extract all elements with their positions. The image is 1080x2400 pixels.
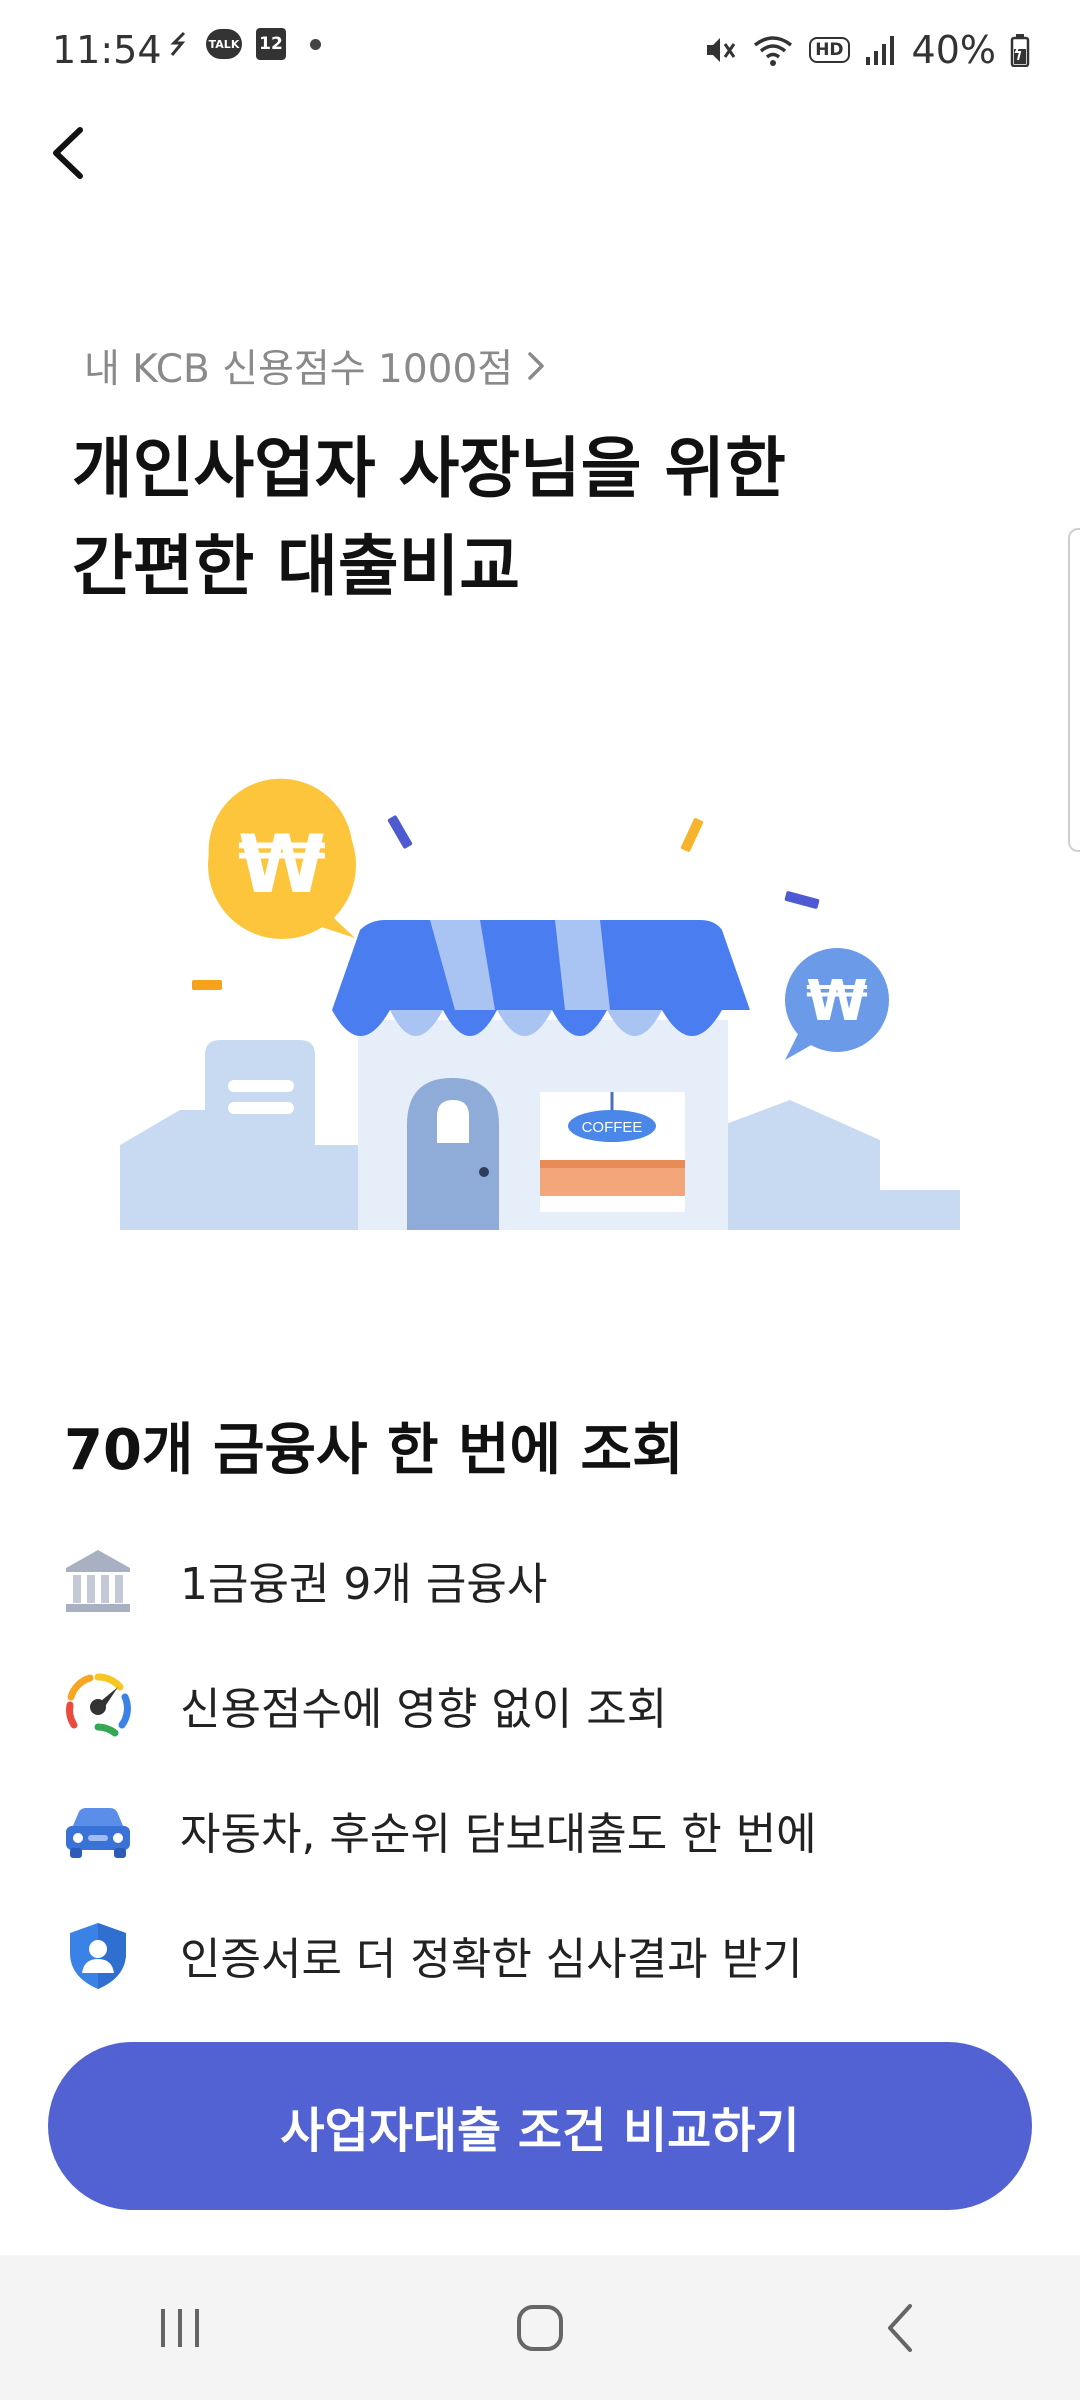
speedometer-icon [60, 1667, 136, 1743]
chevron-right-icon [528, 352, 544, 380]
store-illustration: COFFEE ₩ ₩ [120, 778, 960, 1230]
hd-badge: HD [809, 37, 850, 63]
nav-back-button[interactable] [840, 2278, 960, 2378]
currency-symbol-large: ₩ [238, 818, 326, 911]
scroll-indicator [1068, 528, 1080, 852]
recent-apps-button[interactable] [120, 2278, 240, 2378]
calendar-icon: 12 [256, 28, 286, 60]
feature-label: 신용점수에 영향 없이 조회 [180, 1684, 668, 1735]
credit-score-link[interactable]: 내 KCB 신용점수 1000점 [84, 338, 549, 394]
more-notifications-dot [310, 38, 321, 50]
car-icon [60, 1792, 136, 1868]
back-button[interactable] [40, 118, 100, 188]
recent-apps-icon [161, 2308, 199, 2347]
title-line-1: 개인사업자 사장님을 위한 [72, 430, 786, 507]
back-icon [888, 2303, 912, 2352]
currency-symbol-small: ₩ [806, 969, 868, 1034]
kakaotalk-icon: TALK [206, 29, 242, 59]
notification-icons: TALK 12 [166, 28, 321, 60]
credit-score-text: 내 KCB 신용점수 1000점 [84, 347, 514, 392]
coffee-sign-text: COFFEE [582, 1119, 643, 1136]
feature-label: 인증서로 더 정확한 심사결과 받기 [180, 1934, 803, 1985]
sync-icon [170, 31, 186, 56]
feature-list: 1금융권 9개 금융사 신용점수에 영향 없이 조회 자동차, 후순위 담보대출… [60, 1540, 1020, 2040]
feature-label: 자동차, 후순위 담보대출도 한 번에 [180, 1809, 817, 1860]
kakaotalk-label: TALK [208, 37, 240, 51]
compare-loans-button[interactable]: 사업자대출 조건 비교하기 [48, 2042, 1032, 2210]
mute-icon [707, 38, 736, 62]
home-button[interactable] [480, 2278, 600, 2378]
page-title: 개인사업자 사장님을 위한 간편한 대출비교 [72, 420, 786, 616]
bank-icon [60, 1542, 136, 1618]
shield-user-icon [60, 1917, 136, 1993]
system-nav-bar [0, 2255, 1080, 2400]
feature-label: 1금융권 9개 금융사 [180, 1559, 548, 1610]
chevron-left-icon [53, 127, 83, 179]
calendar-day: 12 [259, 34, 283, 54]
title-line-2: 간편한 대출비교 [72, 528, 521, 605]
list-item: 인증서로 더 정확한 심사결과 받기 [60, 1915, 1020, 1995]
home-icon [517, 2304, 563, 2351]
list-item: 자동차, 후순위 담보대출도 한 번에 [60, 1790, 1020, 1870]
status-bar: 11:54 TALK 12 HD 40% [0, 0, 1080, 100]
status-time: 11:54 [52, 28, 162, 72]
list-item: 1금융권 9개 금융사 [60, 1540, 1020, 1620]
wifi-icon [754, 36, 793, 66]
signal-icon [865, 36, 894, 65]
section-title: 70개 금융사 한 번에 조회 [64, 1418, 684, 1483]
battery-percent: 40% [911, 28, 996, 72]
system-icons: HD 40% [703, 28, 1030, 72]
battery-charging-icon [1010, 34, 1030, 67]
list-item: 신용점수에 영향 없이 조회 [60, 1665, 1020, 1745]
